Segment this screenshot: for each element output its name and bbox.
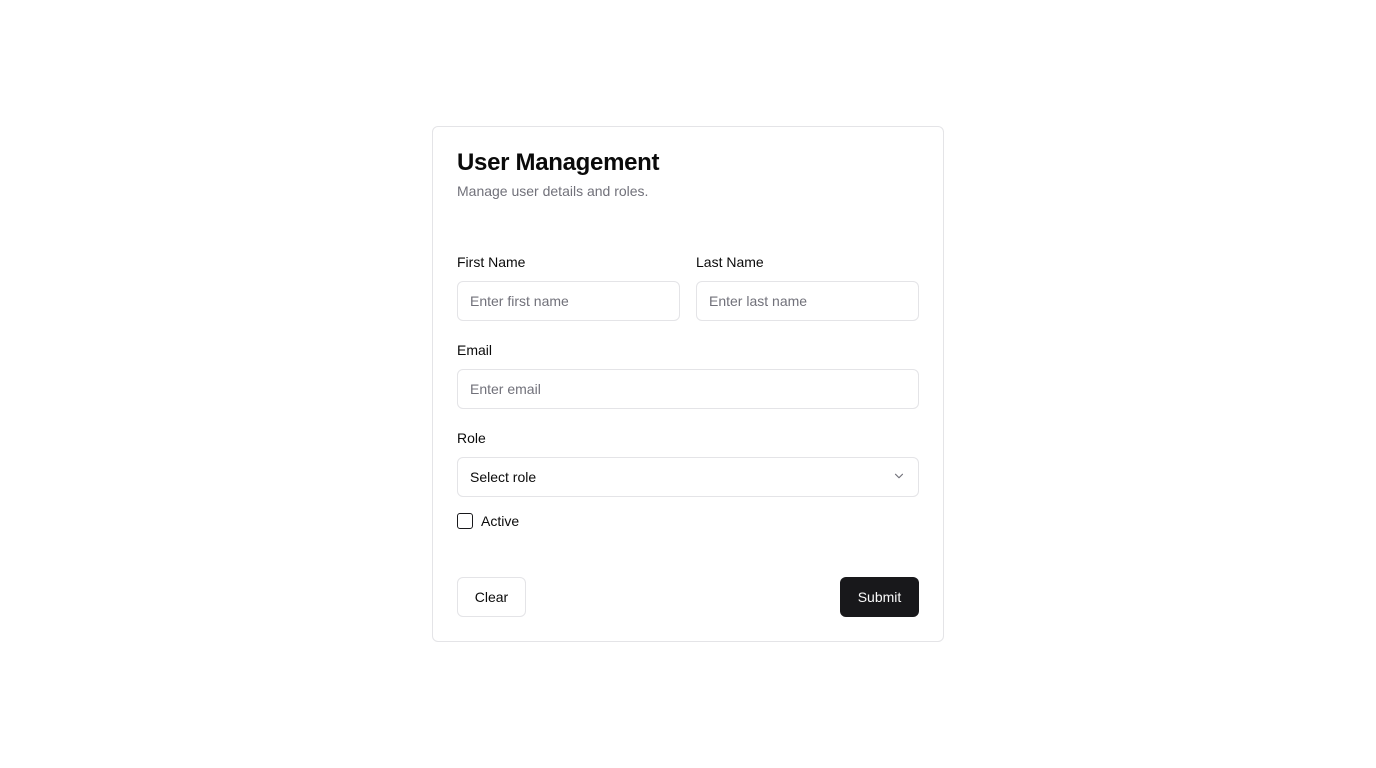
email-label: Email (457, 342, 493, 358)
form-title: User Management (457, 149, 660, 176)
active-checkbox-label[interactable]: Active (481, 512, 519, 530)
form-subtitle: Manage user details and roles. (457, 183, 649, 199)
last-name-label: Last Name (696, 254, 764, 270)
first-name-input[interactable] (457, 281, 680, 321)
chevron-down-icon (892, 469, 906, 486)
active-checkbox-row[interactable]: Active (457, 512, 519, 530)
last-name-input[interactable] (696, 281, 919, 321)
active-checkbox[interactable] (457, 513, 473, 529)
role-select[interactable]: Select role (457, 457, 919, 497)
role-label: Role (457, 430, 486, 446)
email-input[interactable] (457, 369, 919, 409)
submit-button[interactable]: Submit (840, 577, 919, 617)
clear-button[interactable]: Clear (457, 577, 526, 617)
first-name-label: First Name (457, 254, 526, 270)
user-management-card: User Management Manage user details and … (432, 126, 944, 642)
role-select-value: Select role (470, 469, 537, 485)
